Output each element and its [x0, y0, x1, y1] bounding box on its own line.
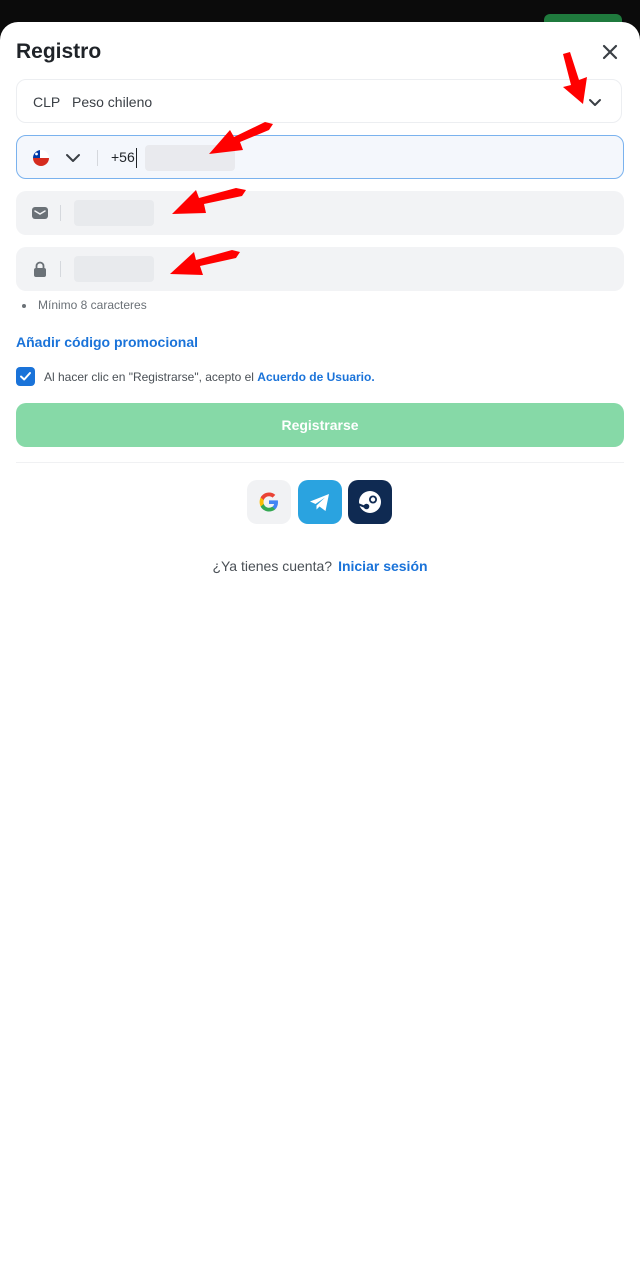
close-icon[interactable]	[598, 40, 622, 64]
currency-code: CLP	[33, 94, 61, 110]
password-hint-text: Mínimo 8 caracteres	[38, 298, 147, 312]
steam-login-button[interactable]	[348, 480, 392, 524]
country-chevron-down-icon[interactable]	[65, 151, 81, 170]
login-question: ¿Ya tienes cuenta?	[212, 558, 333, 574]
google-login-button[interactable]	[247, 480, 291, 524]
telegram-icon	[310, 494, 329, 511]
steam-icon	[357, 491, 381, 513]
divider	[60, 205, 61, 221]
annotation-arrow	[172, 188, 246, 214]
email-field[interactable]	[16, 191, 624, 235]
phone-field[interactable]: +56	[16, 135, 624, 179]
agreement-text: Al hacer clic en "Registrarse", acepto e…	[44, 370, 375, 384]
agreement-label: Al hacer clic en "Registrarse", acepto e…	[44, 370, 254, 384]
add-promo-code-link[interactable]: Añadir código promocional	[16, 334, 198, 350]
phone-prefix: +56	[111, 149, 135, 165]
password-field[interactable]	[16, 247, 624, 291]
login-prompt: ¿Ya tienes cuenta? Iniciar sesión	[0, 558, 640, 574]
google-icon	[259, 492, 278, 512]
mail-icon	[32, 205, 48, 226]
currency-name: Peso chileno	[72, 94, 153, 110]
annotation-arrow	[563, 52, 587, 104]
login-link[interactable]: Iniciar sesión	[338, 558, 427, 574]
redacted-password	[74, 256, 154, 282]
agreement-checkbox[interactable]	[16, 367, 35, 386]
sheet-title: Registro	[16, 40, 102, 63]
telegram-login-button[interactable]	[298, 480, 342, 524]
redacted-email	[74, 200, 154, 226]
annotation-arrow	[209, 122, 273, 154]
register-button[interactable]: Registrarse	[16, 403, 624, 447]
annotation-arrow	[170, 250, 240, 275]
password-hint: Mínimo 8 caracteres	[22, 298, 147, 312]
currency-select[interactable]: CLP Peso chileno	[16, 79, 622, 123]
register-sheet: Registro CLP Peso chileno +56 Mínimo 8 c…	[0, 22, 640, 1280]
user-agreement-link[interactable]: Acuerdo de Usuario.	[257, 370, 374, 384]
text-caret	[136, 148, 137, 168]
check-icon	[20, 372, 31, 381]
chile-flag-icon[interactable]	[33, 150, 49, 166]
divider	[97, 150, 98, 166]
lock-icon	[32, 261, 48, 282]
section-divider	[16, 462, 624, 463]
bullet-icon	[22, 303, 26, 308]
divider	[60, 261, 61, 277]
